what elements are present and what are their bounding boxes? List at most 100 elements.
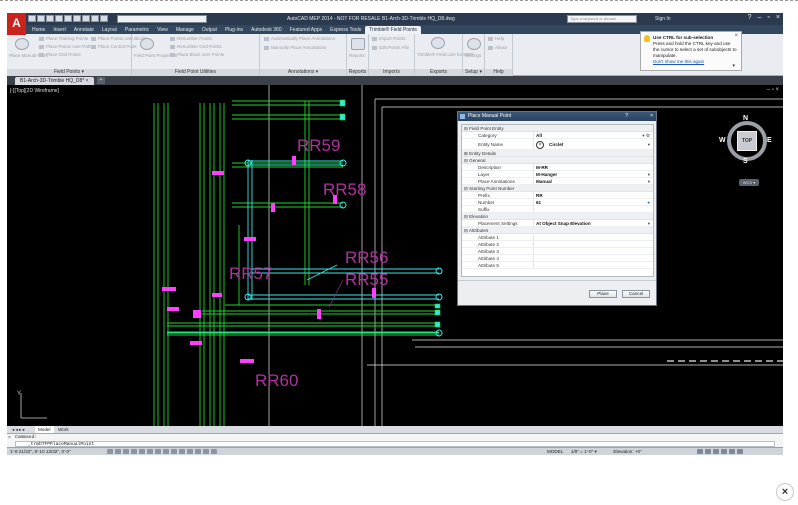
save-as-icon[interactable] — [55, 15, 63, 22]
clean-screen-icon[interactable] — [729, 449, 735, 454]
group-entity-details[interactable]: ⊞ Entity Details — [462, 150, 653, 157]
entity-dropdown-icon[interactable]: ▾ — [648, 139, 650, 150]
place-button[interactable]: Place — [589, 290, 617, 298]
tab-featured-apps[interactable]: Featured Apps — [286, 26, 327, 34]
object-snap-tracking-icon[interactable] — [155, 449, 161, 454]
compass-north[interactable]: N — [743, 115, 748, 122]
viewport-controls-label[interactable]: [-][Top][2D Wireframe] — [10, 88, 59, 94]
group-attributes[interactable]: ⊟ Attributes — [462, 227, 653, 234]
field-link-icon[interactable] — [431, 37, 445, 49]
customize-status-icon[interactable] — [737, 449, 743, 454]
tab-insert[interactable]: Insert — [49, 26, 70, 34]
wcs-menu[interactable]: WCS ▾ — [739, 179, 759, 186]
row-place-annotations[interactable]: Place Annotations Manual ▾ — [462, 178, 653, 185]
tab-express-tools[interactable]: Express Tools — [326, 26, 365, 34]
group-field-point-entity[interactable]: ⊟ Field Point Entity — [462, 125, 653, 132]
elevation-readout[interactable]: Elevation: +0" — [613, 449, 641, 454]
row-layer[interactable]: Layer M-Hanger ▾ — [462, 171, 653, 178]
tool-place-control-point[interactable]: Place Control Point — [91, 44, 137, 49]
tab-autodesk-360[interactable]: Autodesk 360 — [247, 26, 286, 34]
selection-cycling-icon[interactable] — [203, 449, 209, 454]
number-picker-icon[interactable]: ● — [647, 199, 650, 206]
viewcube-top-face[interactable]: TOP — [737, 131, 757, 151]
coordinate-readout[interactable]: 1'-8 21/32", 8'-10 13/32", 0'-0" — [10, 449, 71, 454]
row-number[interactable]: Number 61 ● — [462, 199, 653, 206]
place-manual-point-icon[interactable] — [15, 38, 29, 50]
group-general[interactable]: ⊟ General — [462, 157, 653, 164]
tool-edit-points-file[interactable]: Edit Points File — [372, 45, 409, 50]
tool-manual-place-annotations[interactable]: Manually Place Annotations — [264, 45, 326, 50]
viewcube[interactable]: TOP N S E W — [719, 115, 773, 167]
restore-icon[interactable]: ▫ — [767, 14, 769, 21]
dynamic-ucs-icon[interactable] — [163, 449, 169, 454]
minimize-icon[interactable]: – — [758, 14, 762, 21]
quick-properties-icon[interactable] — [195, 449, 201, 454]
tool-renumber-grid-points[interactable]: Renumber Grid Points — [170, 44, 222, 49]
isolate-objects-icon[interactable] — [713, 449, 719, 454]
help-search-input[interactable]: Type a keyword or phrase — [567, 15, 637, 23]
reports-icon[interactable] — [351, 38, 365, 50]
layout-nav-arrows[interactable]: ◂ ◂ ▸ ▸ — [9, 426, 28, 433]
overlay-close-button[interactable]: × — [776, 483, 794, 501]
description-value[interactable]: M-RR — [533, 164, 653, 170]
save-icon[interactable] — [46, 15, 54, 22]
tooltip-close-icon[interactable]: × — [734, 33, 738, 39]
ortho-mode-icon[interactable] — [123, 449, 129, 454]
tool-help[interactable]: Help — [488, 36, 504, 41]
workspace-icon[interactable] — [100, 15, 108, 22]
placement-dropdown-icon[interactable]: ▾ — [648, 220, 650, 227]
tab-plug-ins[interactable]: Plug-ins — [221, 26, 247, 34]
tooltip-expand-icon[interactable]: ▾ — [732, 63, 735, 69]
snap-mode-icon[interactable] — [107, 449, 113, 454]
tool-place-points-over-path[interactable]: Place Points over Path — [39, 44, 92, 49]
tool-place-training-points[interactable]: Place Training Points — [39, 36, 88, 41]
dynamic-input-icon[interactable] — [171, 449, 177, 454]
redo-icon[interactable] — [82, 15, 90, 22]
new-tab-button[interactable]: + — [97, 77, 105, 84]
compass-south[interactable]: S — [743, 158, 748, 165]
tab-annotate[interactable]: Annotate — [70, 26, 98, 34]
sign-in-link[interactable]: Sign In — [655, 16, 671, 22]
panel-title[interactable]: Setup ▾ — [463, 69, 484, 76]
workspace-switch-icon[interactable] — [697, 449, 703, 454]
tab-trimble-field-points[interactable]: Trimble® Field Points — [365, 26, 421, 34]
tool-import-points[interactable]: Import Points — [372, 36, 406, 41]
suffix-value[interactable] — [533, 206, 653, 212]
row-description[interactable]: Description M-RR — [462, 164, 653, 171]
dialog-help-icon[interactable]: ? — [625, 112, 628, 121]
tool-renumber-points[interactable]: Renumber Points — [170, 36, 212, 41]
annotations-dropdown-icon[interactable]: ▾ — [648, 178, 650, 185]
cancel-button[interactable]: Cancel — [622, 290, 650, 298]
file-tab-close-icon[interactable]: × — [86, 78, 89, 84]
new-icon[interactable] — [28, 15, 36, 22]
lock-ui-icon[interactable] — [705, 449, 711, 454]
dialog-title-bar[interactable]: Place Manual Point ? × — [458, 112, 656, 121]
object-snap-icon[interactable] — [139, 449, 145, 454]
tooltip-dismiss-link[interactable]: Don't show me this again — [653, 59, 737, 65]
compass-west[interactable]: W — [719, 137, 726, 144]
tab-manage[interactable]: Manage — [172, 26, 198, 34]
tool-reports[interactable]: Reports — [349, 53, 365, 58]
tab-work[interactable]: Work — [55, 426, 72, 433]
drawing-canvas[interactable]: RR59 RR58 RR57 RR56 RR55 RR60 [-][Top][2… — [7, 85, 783, 426]
tool-place-grid-points[interactable]: Place Grid Points — [39, 52, 81, 57]
tab-layout[interactable]: Layout — [98, 26, 121, 34]
row-placement-settings[interactable]: Placement Settings At Object Snap Elevati… — [462, 220, 653, 227]
layer-dropdown-icon[interactable]: ▾ — [648, 171, 650, 178]
print-icon[interactable] — [64, 15, 72, 22]
command-close-icon[interactable]: × — [8, 435, 11, 441]
field-point-properties-icon[interactable] — [140, 38, 154, 50]
hardware-acceleration-icon[interactable] — [721, 449, 727, 454]
transparency-icon[interactable] — [187, 449, 193, 454]
row-attribute-4[interactable]: Attribute 4 — [462, 255, 653, 262]
dialog-close-icon[interactable]: × — [650, 112, 653, 121]
annotation-scale[interactable]: 1/8" = 1'-0" ▾ — [571, 449, 597, 454]
polar-tracking-icon[interactable] — [131, 449, 137, 454]
compass-east[interactable]: E — [767, 137, 772, 144]
prefix-value[interactable]: RR — [533, 192, 653, 198]
row-prefix[interactable]: Prefix RR — [462, 192, 653, 199]
tab-output[interactable]: Output — [198, 26, 221, 34]
row-suffix[interactable]: Suffix — [462, 206, 653, 213]
help-icon[interactable]: ? — [748, 14, 752, 21]
tab-parametric[interactable]: Parametric — [121, 26, 153, 34]
